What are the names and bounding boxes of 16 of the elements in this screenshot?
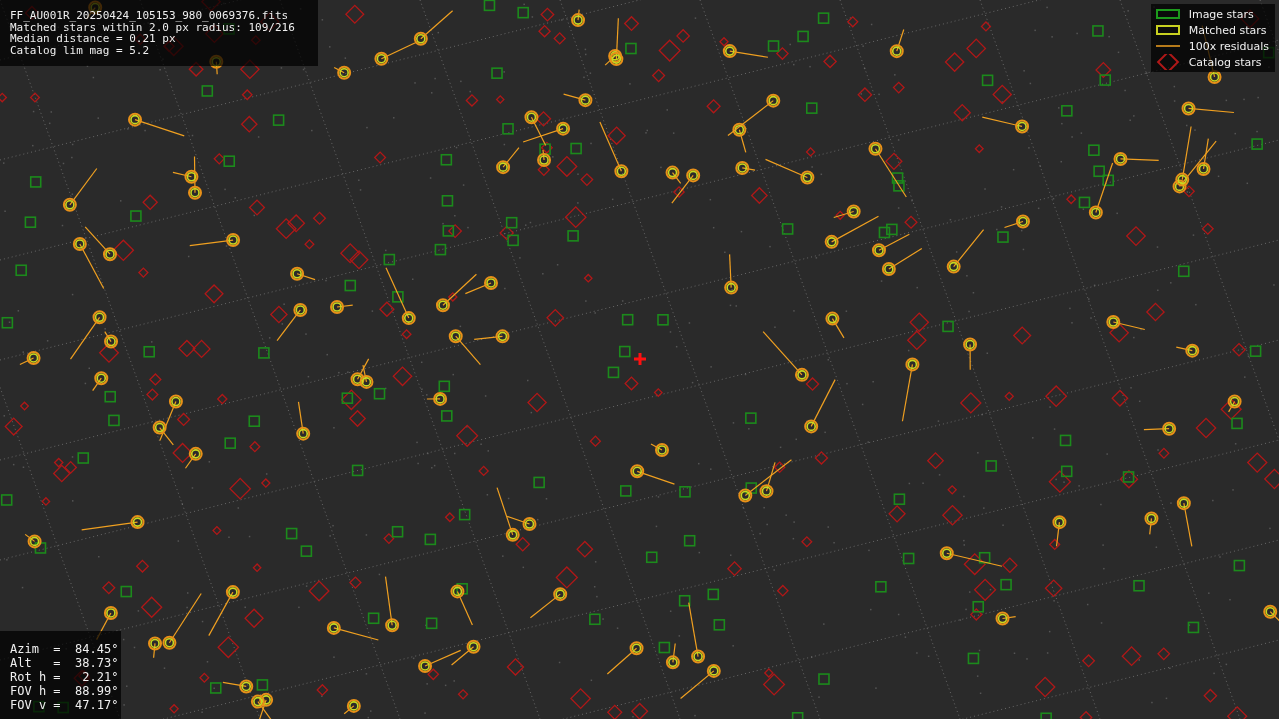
info-text: Catalog lim mag = 5.2 [10,44,151,56]
legend-label: 100x residuals [1188,39,1269,53]
info-text: Matched stars within 2.0 px radius: 109/216 [10,21,296,33]
legend-label: Matched stars [1188,23,1267,37]
fov-text: Azim = 84.45° [10,642,120,656]
rectangle-marker-icon [1154,24,1181,36]
fov-text: Alt = 38.73° [10,656,120,670]
fov-text: Rot h = 2.21° [10,670,120,684]
square-marker-icon [1154,8,1181,20]
legend-label: Image stars [1188,7,1254,21]
legend-label: Catalog stars [1188,55,1262,69]
fov-text: FOV h = 88.99° [10,684,120,698]
info-text: FF_AU001R_20250424_105153_980_0069376.fits [10,10,290,22]
info-text: Median distance = 0.21 px [10,33,176,45]
fov-text: FOV v = 47.17° [10,698,120,712]
diamond-icon [1154,54,1181,70]
